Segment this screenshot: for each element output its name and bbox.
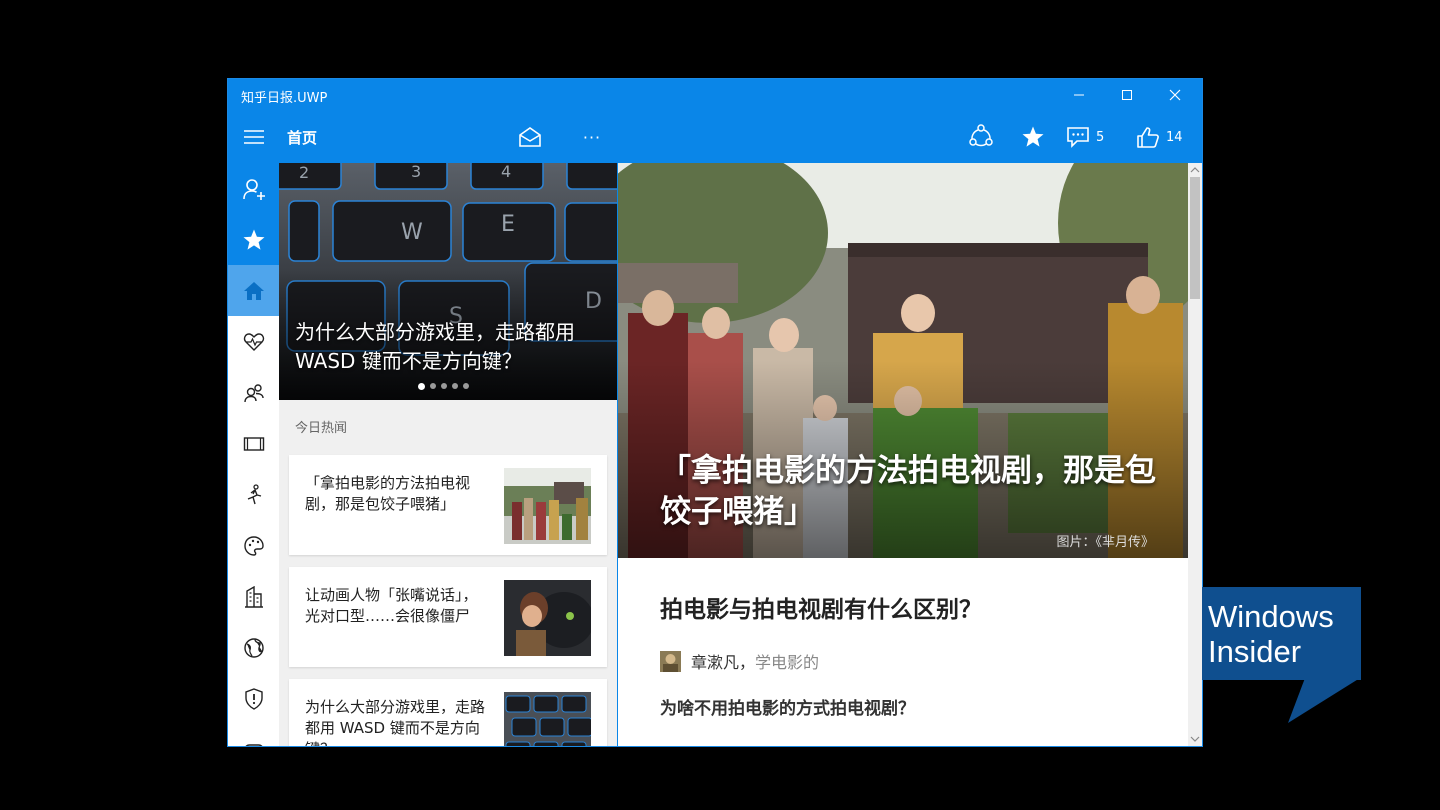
gamepad-icon bbox=[244, 743, 263, 746]
comments-icon bbox=[1067, 127, 1089, 148]
story-hero-title: 「拿拍电影的方法拍电视剧，那是包饺子喂猪」 bbox=[660, 453, 1156, 530]
story-card[interactable]: 让动画人物「张嘴说话」，光对口型……会很像僵尸 bbox=[289, 567, 607, 667]
comments-button[interactable]: 5 bbox=[1066, 123, 1104, 151]
story-thumbnail bbox=[504, 468, 591, 544]
top-story-title: 为什么大部分游戏里，走路都用 WASD 键而不是方向键？ bbox=[295, 320, 575, 373]
nav-item-people[interactable] bbox=[228, 367, 279, 418]
hamburger-icon bbox=[244, 130, 264, 144]
share-icon bbox=[969, 124, 993, 147]
scrollbar-thumb[interactable] bbox=[1190, 177, 1200, 299]
close-icon bbox=[1169, 89, 1181, 101]
home-icon bbox=[243, 281, 264, 300]
keyboard-thumbnail-image bbox=[504, 692, 591, 746]
carousel-dot[interactable] bbox=[452, 383, 458, 389]
nav-item-companies[interactable] bbox=[228, 571, 279, 622]
like-button[interactable]: 14 bbox=[1136, 123, 1183, 151]
question-title: 拍电影与拍电视剧有什么区别？ bbox=[660, 597, 982, 623]
mail-open-icon bbox=[519, 127, 541, 147]
nav-item-design[interactable] bbox=[228, 520, 279, 571]
carousel-indicator[interactable] bbox=[418, 382, 469, 390]
page-title: 首页 bbox=[287, 128, 318, 147]
scroll-up-icon[interactable] bbox=[1188, 165, 1202, 175]
story-list-pane: WE234 SD 为什么大部分游戏里，走路都用 WASD 键而不是方向键？ 今日… bbox=[279, 163, 617, 746]
carousel-dot[interactable] bbox=[441, 383, 447, 389]
answer-intro: 为啥不用拍电影的方式拍电视剧？ bbox=[660, 699, 915, 719]
film-icon bbox=[243, 436, 264, 451]
star-icon bbox=[243, 229, 264, 250]
watermark-pointer bbox=[1288, 678, 1360, 723]
image-credit: 图片：《芈月传》 bbox=[1056, 535, 1154, 550]
hamburger-button[interactable] bbox=[237, 124, 271, 150]
drama-thumbnail-image bbox=[504, 468, 591, 544]
favorite-button[interactable] bbox=[1018, 121, 1048, 153]
scroll-down-icon[interactable] bbox=[1188, 734, 1202, 744]
thumbs-up-icon bbox=[1137, 127, 1159, 148]
more-button[interactable]: ··· bbox=[578, 123, 606, 151]
story-card-title: 为什么大部分游戏里，走路都用 WASD 键而不是方向键？ bbox=[305, 698, 486, 746]
people-icon bbox=[243, 383, 264, 402]
author-bio: 学电影的 bbox=[755, 653, 820, 672]
carousel-dot[interactable] bbox=[430, 383, 436, 389]
nav-item-favorites[interactable] bbox=[228, 214, 279, 265]
windows-insider-watermark: Windows Insider bbox=[1202, 587, 1361, 680]
carousel-dot[interactable] bbox=[463, 383, 469, 389]
avatar-image bbox=[660, 650, 681, 672]
maximize-button[interactable] bbox=[1103, 79, 1151, 111]
author-name: 章漱凡， bbox=[691, 653, 756, 672]
close-button[interactable] bbox=[1151, 79, 1199, 111]
story-card[interactable]: 「拿拍电影的方法拍电视剧，那是包饺子喂猪」 bbox=[289, 455, 607, 555]
watermark-line-1: Windows bbox=[1208, 599, 1334, 634]
nav-item-security[interactable] bbox=[228, 673, 279, 724]
story-card-title: 「拿拍电影的方法拍电视剧，那是包饺子喂猪」 bbox=[305, 474, 471, 513]
globe-icon bbox=[243, 637, 264, 658]
app-window: 知乎日报.UWP 首页 ··· 5 14 为什么大部分游戏里，走路都用 WASD… bbox=[228, 79, 1202, 746]
nav-item-home[interactable] bbox=[228, 265, 279, 316]
add-user-icon bbox=[242, 178, 265, 200]
title-bar: 知乎日报.UWP bbox=[228, 79, 1202, 111]
maximize-icon bbox=[1122, 90, 1132, 100]
section-header: 今日热闻 bbox=[295, 421, 348, 436]
story-hero: 「拿拍电影的方法拍电视剧，那是包饺子喂猪」 图片：《芈月传》 bbox=[618, 163, 1189, 558]
story-thumbnail bbox=[504, 580, 591, 656]
nav-item-sports[interactable] bbox=[228, 469, 279, 520]
share-button[interactable] bbox=[966, 121, 996, 151]
likes-count: 14 bbox=[1166, 129, 1183, 145]
avatar bbox=[660, 650, 681, 672]
star-icon bbox=[1022, 126, 1044, 147]
shield-icon bbox=[244, 687, 263, 710]
story-detail-pane: 「拿拍电影的方法拍电视剧，那是包饺子喂猪」 图片：《芈月传》 拍电影与拍电视剧有… bbox=[617, 163, 1189, 746]
nav-item-movies[interactable] bbox=[228, 418, 279, 469]
nav-item-world[interactable] bbox=[228, 622, 279, 673]
minimize-icon bbox=[1074, 94, 1084, 96]
building-icon bbox=[244, 585, 263, 608]
command-bar: 首页 ··· 5 14 bbox=[228, 111, 1202, 163]
nav-item-health[interactable] bbox=[228, 316, 279, 367]
story-card-title: 让动画人物「张嘴说话」，光对口型……会很像僵尸 bbox=[305, 586, 478, 625]
story-thumbnail bbox=[504, 692, 591, 746]
nav-item-login[interactable] bbox=[228, 163, 279, 214]
nav-rail bbox=[228, 163, 279, 746]
heart-pulse-icon bbox=[243, 332, 264, 351]
window-title: 知乎日报.UWP bbox=[241, 91, 328, 106]
palette-icon bbox=[243, 535, 264, 556]
story-card[interactable]: 为什么大部分游戏里，走路都用 WASD 键而不是方向键？ bbox=[289, 679, 607, 746]
minimize-button[interactable] bbox=[1055, 79, 1103, 111]
answer-author[interactable]: 章漱凡， 学电影的 bbox=[660, 649, 819, 673]
inbox-button[interactable] bbox=[515, 123, 545, 151]
animation-thumbnail-image bbox=[504, 580, 591, 656]
comments-count: 5 bbox=[1096, 129, 1105, 145]
watermark-line-2: Insider bbox=[1208, 634, 1302, 669]
detail-scrollbar[interactable] bbox=[1188, 163, 1202, 746]
top-story-banner[interactable]: WE234 SD 为什么大部分游戏里，走路都用 WASD 键而不是方向键？ bbox=[279, 163, 617, 400]
carousel-dot[interactable] bbox=[418, 382, 425, 390]
nav-item-games[interactable] bbox=[228, 724, 279, 746]
running-icon bbox=[247, 483, 261, 504]
